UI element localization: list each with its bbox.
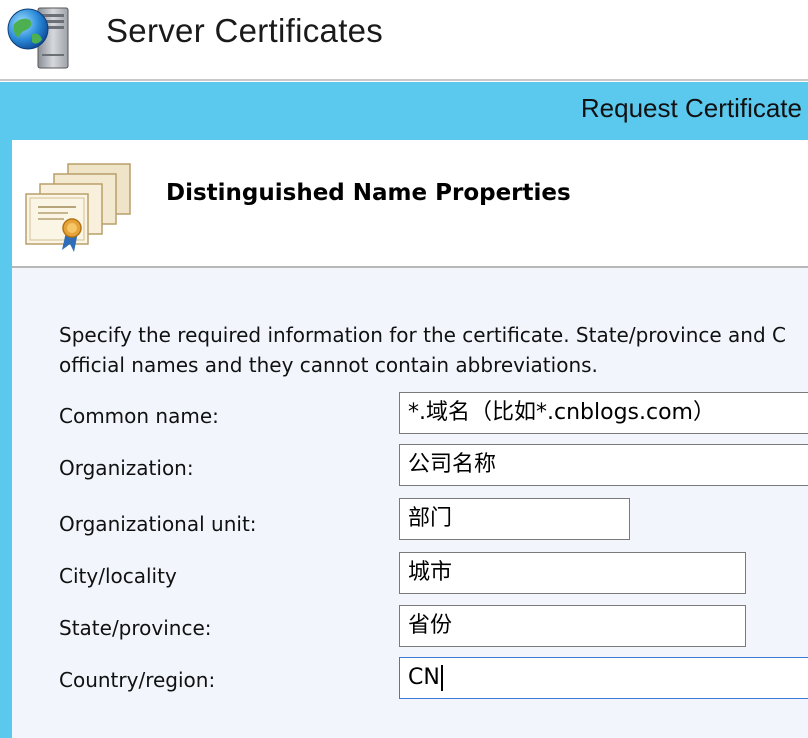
country-input-value: CN [408,665,440,690]
organizational-unit-input[interactable]: 部门 [399,498,630,540]
state-input[interactable]: 省份 [399,605,746,647]
state-label: State/province: [59,616,212,640]
text-caret [440,665,443,691]
section-title: Distinguished Name Properties [166,180,571,206]
page-header: Server Certificates [0,0,808,82]
instructions-line-2: official names and they cannot contain a… [59,353,598,377]
country-input[interactable]: CN [399,657,808,699]
dialog-body: Distinguished Name Properties Specify th… [12,140,808,738]
dialog-title: Request Certificate [580,93,802,123]
city-label: City/locality [59,564,177,588]
form-content: Specify the required information for the… [12,268,808,738]
instructions-line-1: Specify the required information for the… [59,323,786,347]
certificate-icon [25,163,131,252]
instructions-text: Specify the required information for the… [59,320,808,380]
section-header: Distinguished Name Properties [12,140,808,266]
city-input[interactable]: 城市 [399,552,746,594]
common-name-label: Common name: [59,404,219,428]
organizational-unit-label: Organizational unit: [59,512,257,536]
header-divider [0,79,808,81]
organization-input[interactable]: 公司名称 [399,444,808,486]
request-certificate-dialog: Request Certificate Distinguished Name P… [0,82,808,738]
page-title: Server Certificates [106,12,384,49]
organization-label: Organization: [59,456,194,480]
country-label: Country/region: [59,668,216,692]
common-name-input[interactable]: *.域名（比如*.cnblogs.com） [399,392,808,434]
server-globe-icon [7,7,69,69]
